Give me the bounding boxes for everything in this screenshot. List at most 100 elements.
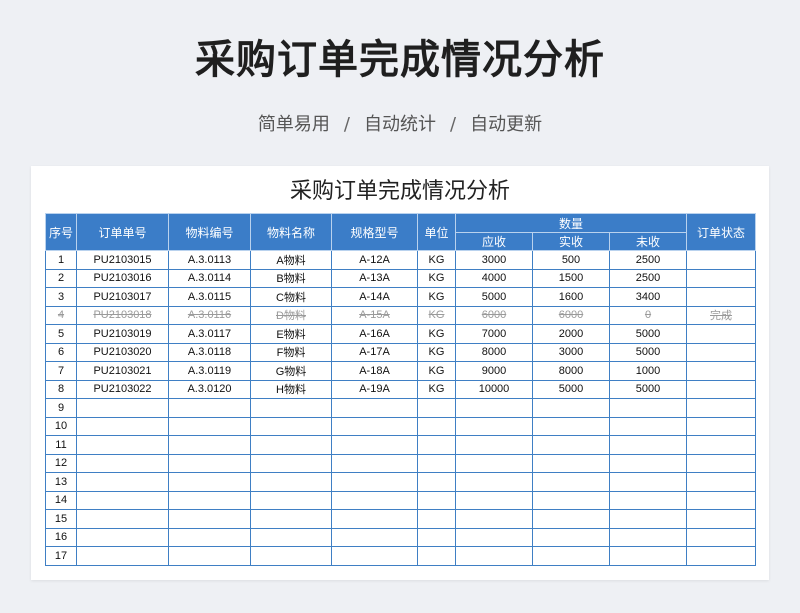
cell-material-code[interactable]	[168, 416, 251, 436]
cell-seq[interactable]: 16	[45, 527, 77, 547]
cell-pending[interactable]: 3400	[608, 287, 688, 307]
cell-due[interactable]: 3000	[455, 250, 533, 270]
cell-pending[interactable]	[608, 416, 688, 436]
cell-spec[interactable]: A-16A	[331, 324, 418, 344]
cell-material-code[interactable]	[168, 472, 251, 492]
cell-spec[interactable]: A-18A	[331, 361, 418, 381]
cell-due[interactable]	[455, 546, 533, 566]
cell-seq[interactable]: 13	[45, 472, 77, 492]
cell-status[interactable]	[686, 287, 757, 307]
cell-due[interactable]	[455, 472, 533, 492]
cell-pending[interactable]	[608, 527, 688, 547]
cell-status[interactable]	[686, 324, 757, 344]
cell-seq[interactable]: 4	[45, 305, 77, 325]
cell-order-no[interactable]	[76, 527, 169, 547]
cell-spec[interactable]: A-15A	[331, 305, 418, 325]
cell-order-no[interactable]	[76, 490, 169, 510]
cell-status[interactable]	[686, 250, 757, 270]
cell-received[interactable]	[532, 527, 610, 547]
cell-material-name[interactable]	[250, 546, 332, 566]
cell-seq[interactable]: 11	[45, 435, 77, 455]
cell-received[interactable]	[532, 546, 610, 566]
cell-material-code[interactable]: A.3.0120	[168, 379, 251, 399]
cell-status[interactable]	[686, 361, 757, 381]
cell-spec[interactable]: A-13A	[331, 268, 418, 288]
cell-pending[interactable]: 1000	[608, 361, 688, 381]
cell-order-no[interactable]: PU2103022	[76, 379, 169, 399]
cell-spec[interactable]: A-19A	[331, 379, 418, 399]
cell-due[interactable]: 6000	[455, 305, 533, 325]
cell-unit[interactable]: KG	[417, 379, 456, 399]
cell-spec[interactable]	[331, 527, 418, 547]
cell-received[interactable]: 5000	[532, 379, 610, 399]
cell-pending[interactable]	[608, 472, 688, 492]
cell-material-code[interactable]: A.3.0119	[168, 361, 251, 381]
cell-unit[interactable]	[417, 546, 456, 566]
cell-status[interactable]	[686, 490, 757, 510]
cell-spec[interactable]	[331, 509, 418, 529]
cell-status[interactable]	[686, 509, 757, 529]
cell-unit[interactable]	[417, 509, 456, 529]
cell-received[interactable]	[532, 435, 610, 455]
cell-material-code[interactable]: A.3.0114	[168, 268, 251, 288]
cell-spec[interactable]: A-14A	[331, 287, 418, 307]
cell-received[interactable]	[532, 398, 610, 418]
cell-material-code[interactable]: A.3.0115	[168, 287, 251, 307]
cell-unit[interactable]	[417, 398, 456, 418]
cell-due[interactable]: 4000	[455, 268, 533, 288]
cell-material-name[interactable]: D物料	[250, 305, 332, 325]
cell-spec[interactable]: A-17A	[331, 342, 418, 362]
cell-status[interactable]	[686, 268, 757, 288]
cell-material-name[interactable]: A物料	[250, 250, 332, 270]
cell-order-no[interactable]	[76, 435, 169, 455]
cell-seq[interactable]: 8	[45, 379, 77, 399]
cell-material-name[interactable]: G物料	[250, 361, 332, 381]
cell-material-name[interactable]: C物料	[250, 287, 332, 307]
cell-received[interactable]: 6000	[532, 305, 610, 325]
cell-spec[interactable]	[331, 472, 418, 492]
cell-status[interactable]: 完成	[686, 305, 757, 325]
cell-material-code[interactable]	[168, 398, 251, 418]
cell-due[interactable]: 10000	[455, 379, 533, 399]
cell-pending[interactable]	[608, 509, 688, 529]
cell-material-code[interactable]: A.3.0117	[168, 324, 251, 344]
cell-unit[interactable]	[417, 472, 456, 492]
cell-order-no[interactable]: PU2103020	[76, 342, 169, 362]
cell-material-name[interactable]: H物料	[250, 379, 332, 399]
cell-unit[interactable]: KG	[417, 268, 456, 288]
cell-seq[interactable]: 17	[45, 546, 77, 566]
cell-received[interactable]	[532, 416, 610, 436]
cell-pending[interactable]	[608, 398, 688, 418]
cell-due[interactable]: 7000	[455, 324, 533, 344]
cell-received[interactable]: 1500	[532, 268, 610, 288]
cell-received[interactable]	[532, 490, 610, 510]
cell-pending[interactable]	[608, 546, 688, 566]
cell-status[interactable]	[686, 546, 757, 566]
cell-pending[interactable]	[608, 490, 688, 510]
cell-due[interactable]	[455, 453, 533, 473]
cell-material-code[interactable]	[168, 490, 251, 510]
cell-status[interactable]	[686, 379, 757, 399]
cell-seq[interactable]: 15	[45, 509, 77, 529]
cell-material-name[interactable]	[250, 527, 332, 547]
cell-order-no[interactable]: PU2103017	[76, 287, 169, 307]
cell-seq[interactable]: 9	[45, 398, 77, 418]
cell-order-no[interactable]	[76, 546, 169, 566]
cell-material-name[interactable]: B物料	[250, 268, 332, 288]
cell-status[interactable]	[686, 472, 757, 492]
cell-material-code[interactable]	[168, 435, 251, 455]
cell-material-name[interactable]	[250, 453, 332, 473]
cell-status[interactable]	[686, 398, 757, 418]
cell-pending[interactable]: 2500	[608, 268, 688, 288]
cell-received[interactable]: 3000	[532, 342, 610, 362]
cell-received[interactable]	[532, 509, 610, 529]
cell-seq[interactable]: 12	[45, 453, 77, 473]
cell-received[interactable]: 2000	[532, 324, 610, 344]
cell-order-no[interactable]	[76, 453, 169, 473]
cell-spec[interactable]	[331, 416, 418, 436]
cell-spec[interactable]	[331, 490, 418, 510]
cell-material-name[interactable]	[250, 509, 332, 529]
cell-seq[interactable]: 7	[45, 361, 77, 381]
cell-due[interactable]	[455, 435, 533, 455]
cell-material-name[interactable]: F物料	[250, 342, 332, 362]
